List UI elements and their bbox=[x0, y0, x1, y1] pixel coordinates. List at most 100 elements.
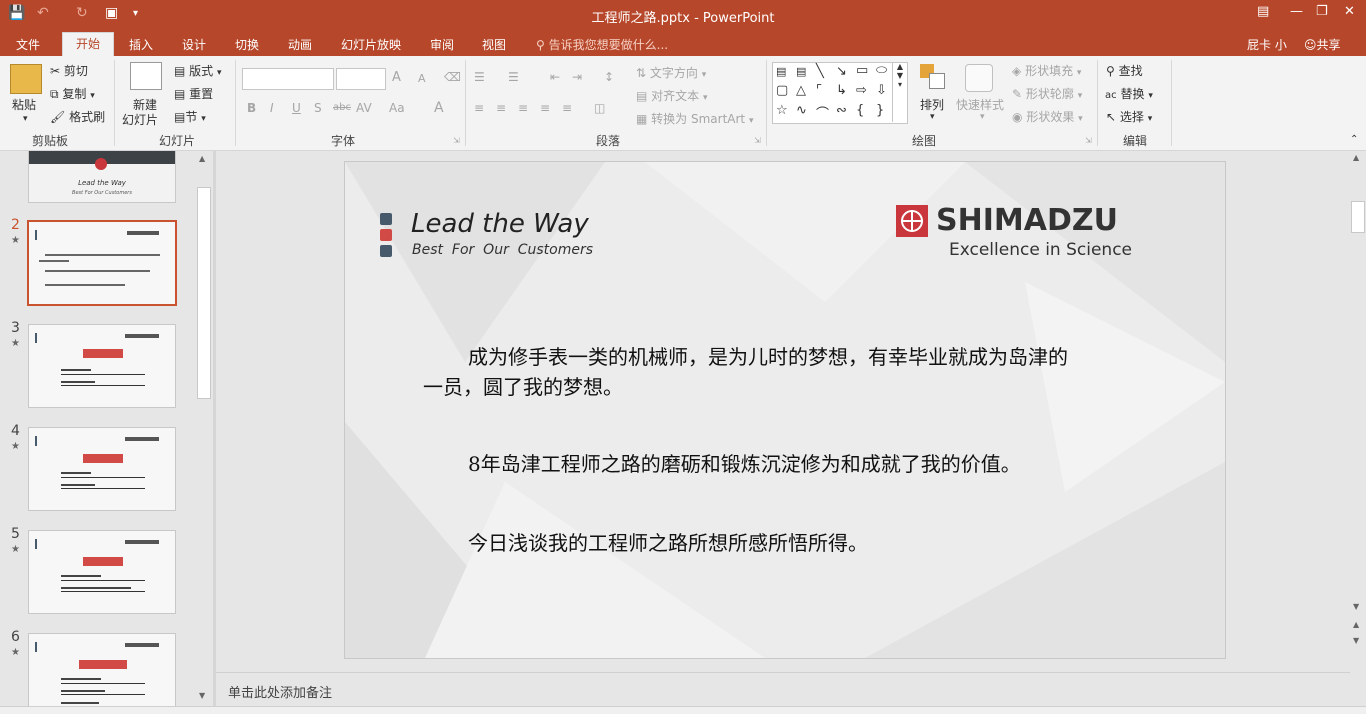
cut-button[interactable]: ✂ 剪切 bbox=[50, 62, 88, 79]
justify-icon[interactable]: ≡ bbox=[540, 101, 550, 115]
scrollbar-thumb[interactable] bbox=[197, 187, 211, 399]
font-size-input[interactable] bbox=[336, 68, 386, 90]
line-shape-icon[interactable]: ╲ bbox=[816, 64, 824, 79]
paste-dropdown-icon[interactable]: ▾ bbox=[23, 114, 28, 124]
tab-review[interactable]: 审阅 bbox=[430, 36, 454, 53]
notes-pane[interactable]: 单击此处添加备注 bbox=[216, 672, 1350, 707]
textbox-shape-icon[interactable]: ▤ bbox=[776, 65, 786, 78]
numbering-icon[interactable]: ☰ bbox=[508, 70, 519, 84]
tab-slideshow[interactable]: 幻灯片放映 bbox=[341, 36, 401, 53]
shapes-gallery[interactable]: ▤ ▤ ╲ ↘ ▭ ⬭ ▢ △ ⌜ ↳ ⇨ ⇩ ☆ ∿ ⌒ ∾ { } bbox=[772, 62, 908, 124]
star-shape-icon[interactable]: ☆ bbox=[776, 103, 788, 118]
tab-design[interactable]: 设计 bbox=[182, 36, 206, 53]
font-dialog-launcher-icon[interactable]: ⇲ bbox=[453, 136, 460, 145]
bold-button[interactable]: B bbox=[247, 101, 256, 115]
find-button[interactable]: ⚲ 查找 bbox=[1106, 62, 1143, 79]
distributed-icon[interactable]: ≡ bbox=[562, 101, 572, 115]
char-spacing-button[interactable]: AV bbox=[356, 101, 372, 115]
previous-slide-icon[interactable]: ▲ bbox=[1353, 620, 1359, 629]
font-color-button[interactable]: A bbox=[434, 100, 444, 116]
change-case-button[interactable]: Aa bbox=[389, 101, 405, 115]
slide-scrollbar[interactable]: ▲ ▼ ▲ ▼ bbox=[1350, 151, 1366, 671]
user-name[interactable]: 屁卡 小 bbox=[1247, 36, 1287, 53]
bullets-icon[interactable]: ☰ bbox=[474, 70, 485, 84]
next-slide-icon[interactable]: ▼ bbox=[1353, 636, 1359, 645]
paste-icon[interactable] bbox=[10, 64, 42, 94]
replace-button[interactable]: ac 替换 ▾ bbox=[1105, 85, 1153, 102]
copy-button[interactable]: ⧉ 复制 ▾ bbox=[50, 85, 95, 102]
curve-shape-icon[interactable]: ∿ bbox=[796, 103, 807, 118]
scrollbar-thumb[interactable] bbox=[1351, 201, 1365, 233]
freeform-shape-icon[interactable]: ∾ bbox=[836, 103, 847, 118]
share-button[interactable]: ☺共享 bbox=[1304, 36, 1341, 53]
tab-home[interactable]: 开始 bbox=[62, 32, 115, 57]
underline-button[interactable]: U bbox=[292, 101, 301, 115]
tab-transitions[interactable]: 切换 bbox=[235, 36, 259, 53]
bent-arrow-shape-icon[interactable]: ↳ bbox=[836, 83, 847, 98]
section-button[interactable]: ▤节 ▾ bbox=[174, 108, 206, 125]
line-spacing-icon[interactable]: ↕ bbox=[604, 70, 614, 84]
text-direction-button[interactable]: ⇅ 文字方向 ▾ bbox=[636, 64, 706, 81]
clear-format-icon[interactable]: ⌫ bbox=[444, 70, 461, 84]
right-brace-shape-icon[interactable]: } bbox=[876, 103, 884, 118]
oval-shape-icon[interactable]: ⬭ bbox=[876, 63, 887, 78]
triangle-shape-icon[interactable]: △ bbox=[796, 83, 806, 98]
rectangle-shape-icon[interactable]: ▭ bbox=[856, 63, 868, 78]
align-center-icon[interactable]: ≡ bbox=[496, 101, 506, 115]
new-slide-label-2[interactable]: 幻灯片 bbox=[122, 111, 158, 128]
maximize-icon[interactable]: ❐ bbox=[1316, 4, 1328, 19]
tell-me-search[interactable]: ⚲ 告诉我您想要做什么... bbox=[536, 36, 668, 53]
quick-styles-dropdown-icon[interactable]: ▾ bbox=[980, 112, 985, 122]
shape-effects-button[interactable]: ◉ 形状效果 ▾ bbox=[1012, 108, 1083, 125]
slide-thumbnail-2[interactable] bbox=[27, 220, 177, 306]
down-arrow-shape-icon[interactable]: ⇩ bbox=[876, 83, 887, 98]
pane-splitter[interactable] bbox=[213, 151, 216, 706]
scroll-down-icon[interactable]: ▼ bbox=[1353, 602, 1359, 611]
reset-button[interactable]: ▤ 重置 bbox=[174, 85, 213, 102]
scroll-up-icon[interactable]: ▲ bbox=[199, 154, 205, 163]
left-brace-shape-icon[interactable]: { bbox=[856, 103, 864, 118]
convert-smartart-button[interactable]: ▦ 转换为 SmartArt ▾ bbox=[636, 110, 754, 127]
tab-animations[interactable]: 动画 bbox=[288, 36, 312, 53]
align-right-icon[interactable]: ≡ bbox=[518, 101, 528, 115]
collapse-ribbon-icon[interactable]: ⌃ bbox=[1350, 134, 1358, 145]
arrange-icon[interactable] bbox=[920, 64, 946, 90]
shrink-font-button[interactable]: A bbox=[418, 72, 426, 85]
minimize-icon[interactable]: — bbox=[1290, 4, 1303, 19]
new-slide-icon[interactable] bbox=[130, 62, 162, 90]
thumbnail-scrollbar[interactable]: ▲ ▼ bbox=[196, 151, 212, 706]
slide-canvas[interactable]: Lead the Way Best For Our Customers SHIM… bbox=[344, 161, 1226, 659]
slide-thumbnail-1[interactable]: Lead the Way Best For Our Customers bbox=[28, 151, 176, 203]
tab-view[interactable]: 视图 bbox=[482, 36, 506, 53]
shadow-button[interactable]: S bbox=[314, 101, 322, 115]
strikethrough-button[interactable]: abc bbox=[333, 102, 351, 113]
grow-font-button[interactable]: A bbox=[392, 70, 401, 85]
layout-button[interactable]: ▤ 版式 ▾ bbox=[174, 62, 222, 79]
align-text-button[interactable]: ▤ 对齐文本 ▾ bbox=[636, 87, 708, 104]
vertical-textbox-shape-icon[interactable]: ▤ bbox=[796, 65, 806, 78]
paste-button[interactable]: 粘贴 bbox=[12, 96, 36, 113]
font-name-input[interactable] bbox=[242, 68, 334, 90]
arc-shape-icon[interactable]: ⌒ bbox=[816, 103, 829, 122]
rounded-rect-shape-icon[interactable]: ▢ bbox=[776, 83, 788, 98]
columns-icon[interactable]: ◫ bbox=[594, 101, 605, 115]
tab-file[interactable]: 文件 bbox=[16, 36, 40, 53]
paragraph-dialog-launcher-icon[interactable]: ⇲ bbox=[754, 136, 761, 145]
scroll-down-icon[interactable]: ▼ bbox=[199, 691, 205, 700]
shape-fill-button[interactable]: ◈ 形状填充 ▾ bbox=[1012, 62, 1081, 79]
italic-button[interactable]: I bbox=[270, 101, 274, 115]
select-button[interactable]: ↖ 选择 ▾ bbox=[1106, 108, 1152, 125]
slide-thumbnail-3[interactable] bbox=[28, 324, 176, 408]
arrow-line-shape-icon[interactable]: ↘ bbox=[836, 64, 847, 79]
scroll-up-icon[interactable]: ▲ bbox=[1353, 153, 1359, 162]
slide-thumbnail-4[interactable] bbox=[28, 427, 176, 511]
arrange-dropdown-icon[interactable]: ▾ bbox=[930, 112, 935, 122]
right-arrow-shape-icon[interactable]: ⇨ bbox=[856, 83, 867, 98]
quick-styles-icon[interactable] bbox=[965, 64, 993, 92]
shapes-gallery-scroll[interactable]: ▲ ▼ ▾ bbox=[892, 62, 907, 122]
tab-insert[interactable]: 插入 bbox=[129, 36, 153, 53]
elbow-connector-shape-icon[interactable]: ⌜ bbox=[816, 83, 822, 98]
ribbon-display-options-icon[interactable]: ▤ bbox=[1257, 4, 1269, 19]
decrease-indent-icon[interactable]: ⇤ bbox=[550, 70, 560, 84]
slide-thumbnail-6[interactable] bbox=[28, 633, 176, 706]
